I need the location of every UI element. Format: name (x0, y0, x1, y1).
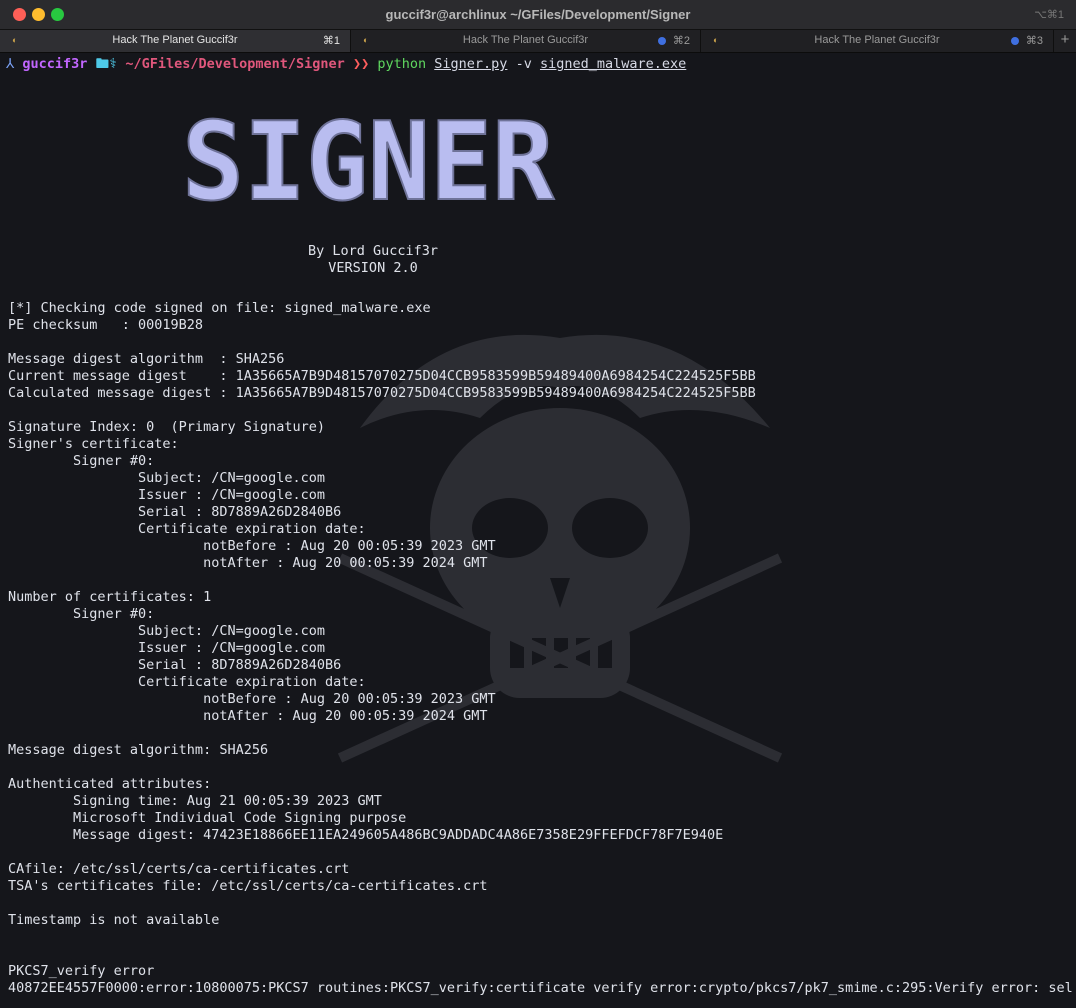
tab-label: Hack The Planet Guccif3r (112, 34, 238, 46)
shell-prompt: ⅄ guccif3r 🖿⚕ ~/GFiles/Development/Signe… (6, 56, 686, 73)
tab-label: Hack The Planet Guccif3r (814, 34, 940, 46)
output-line: notBefore : Aug 20 00:05:39 2023 GMT (8, 538, 496, 554)
activity-dot-icon (1011, 37, 1019, 45)
prompt-separator-icon: ❯❯ (352, 56, 370, 72)
output-line: Serial : 8D7889A26D2840B6 (8, 504, 342, 520)
banner-credit: By Lord Guccif3r VERSION 2.0 (280, 243, 466, 277)
output-line: Message digest: 47423E18866EE11EA249605A… (8, 827, 724, 843)
new-tab-button[interactable]: + (1054, 30, 1076, 52)
output-line: Certificate expiration date: (8, 521, 366, 537)
output-line: PKCS7_verify error (8, 963, 155, 979)
output-line: notBefore : Aug 20 00:05:39 2023 GMT (8, 691, 496, 707)
credit-version: VERSION 2.0 (328, 260, 418, 276)
credit-author: By Lord Guccif3r (307, 243, 439, 259)
prompt-arrow-icon: ⅄ (6, 56, 15, 72)
prompt-path: ~/GFiles/Development/Signer (125, 56, 345, 72)
tab-label: Hack The Planet Guccif3r (462, 34, 589, 46)
window-title: guccif3r@archlinux ~/GFiles/Development/… (385, 7, 691, 22)
output-line: Subject: /CN=google.com (8, 470, 325, 486)
output-line: Calculated message digest : 1A35665A7B9D… (8, 385, 756, 401)
activity-dot-icon (658, 37, 666, 45)
output-line: Certificate expiration date: (8, 674, 366, 690)
signer-logo: SIGNER (181, 111, 556, 211)
command-output: [*] Checking code signed on file: signed… (8, 300, 1073, 997)
command-name: python (377, 56, 427, 72)
output-line: Signer #0: (8, 606, 155, 622)
output-line: Current message digest : 1A35665A7B9D481… (8, 368, 756, 384)
output-line: Message digest algorithm: SHA256 (8, 742, 269, 758)
prompt-user: guccif3r (22, 56, 88, 72)
output-line: Signature Index: 0 (Primary Signature) (8, 419, 325, 435)
output-line: Authenticated attributes: (8, 776, 212, 792)
output-line: PE checksum : 00019B28 (8, 317, 204, 333)
output-line: Subject: /CN=google.com (8, 623, 325, 639)
tab-shortcut: ⌘2 (672, 35, 690, 47)
command-target[interactable]: signed_malware.exe (540, 56, 686, 72)
terminal-window: guccif3r@archlinux ~/GFiles/Development/… (0, 0, 1076, 1008)
output-line: Microsoft Individual Code Signing purpos… (8, 810, 407, 826)
tab-1[interactable]: ◐ Hack The Planet Guccif3r ⌘1 (0, 30, 351, 52)
output-line: Message digest algorithm : SHA256 (8, 351, 285, 367)
title-bar: guccif3r@archlinux ~/GFiles/Development/… (0, 0, 1076, 30)
output-line: CAfile: /etc/ssl/certs/ca-certificates.c… (8, 861, 350, 877)
tab-3[interactable]: ◐ Hack The Planet Guccif3r ⌘3 (701, 30, 1054, 52)
output-line: Timestamp is not available (8, 912, 220, 928)
output-line: [*] Checking code signed on file: signed… (8, 300, 431, 316)
output-line: notAfter : Aug 20 00:05:39 2024 GMT (8, 555, 488, 571)
output-line: Issuer : /CN=google.com (8, 487, 325, 503)
output-line: 40872EE4557F0000:error:10800075:PKCS7 ro… (8, 980, 1073, 996)
output-line: Signer's certificate: (8, 436, 179, 452)
tab-2[interactable]: ◐ Hack The Planet Guccif3r ⌘2 (351, 30, 701, 52)
command-script[interactable]: Signer.py (434, 56, 507, 72)
output-line: Issuer : /CN=google.com (8, 640, 325, 656)
tab-shortcut: ⌘3 (1025, 35, 1043, 47)
window-shortcut: ⌥⌘1 (1034, 9, 1064, 21)
output-line: Serial : 8D7889A26D2840B6 (8, 657, 342, 673)
output-line: Number of certificates: 1 (8, 589, 212, 605)
output-line: Signer #0: (8, 453, 155, 469)
tab-bar: ◐ Hack The Planet Guccif3r ⌘1 ◐ Hack The… (0, 30, 1076, 53)
output-line: notAfter : Aug 20 00:05:39 2024 GMT (8, 708, 488, 724)
logo-text: SIGNER (182, 111, 555, 211)
output-line: TSA's certificates file: /etc/ssl/certs/… (8, 878, 488, 894)
output-line: Signing time: Aug 21 00:05:39 2023 GMT (8, 793, 382, 809)
tab-shortcut: ⌘1 (322, 35, 340, 47)
folder-icon: 🖿⚕ (95, 56, 118, 72)
terminal-content[interactable]: ⅄ guccif3r 🖿⚕ ~/GFiles/Development/Signe… (0, 53, 1076, 1008)
command-flag: -v (515, 56, 532, 72)
